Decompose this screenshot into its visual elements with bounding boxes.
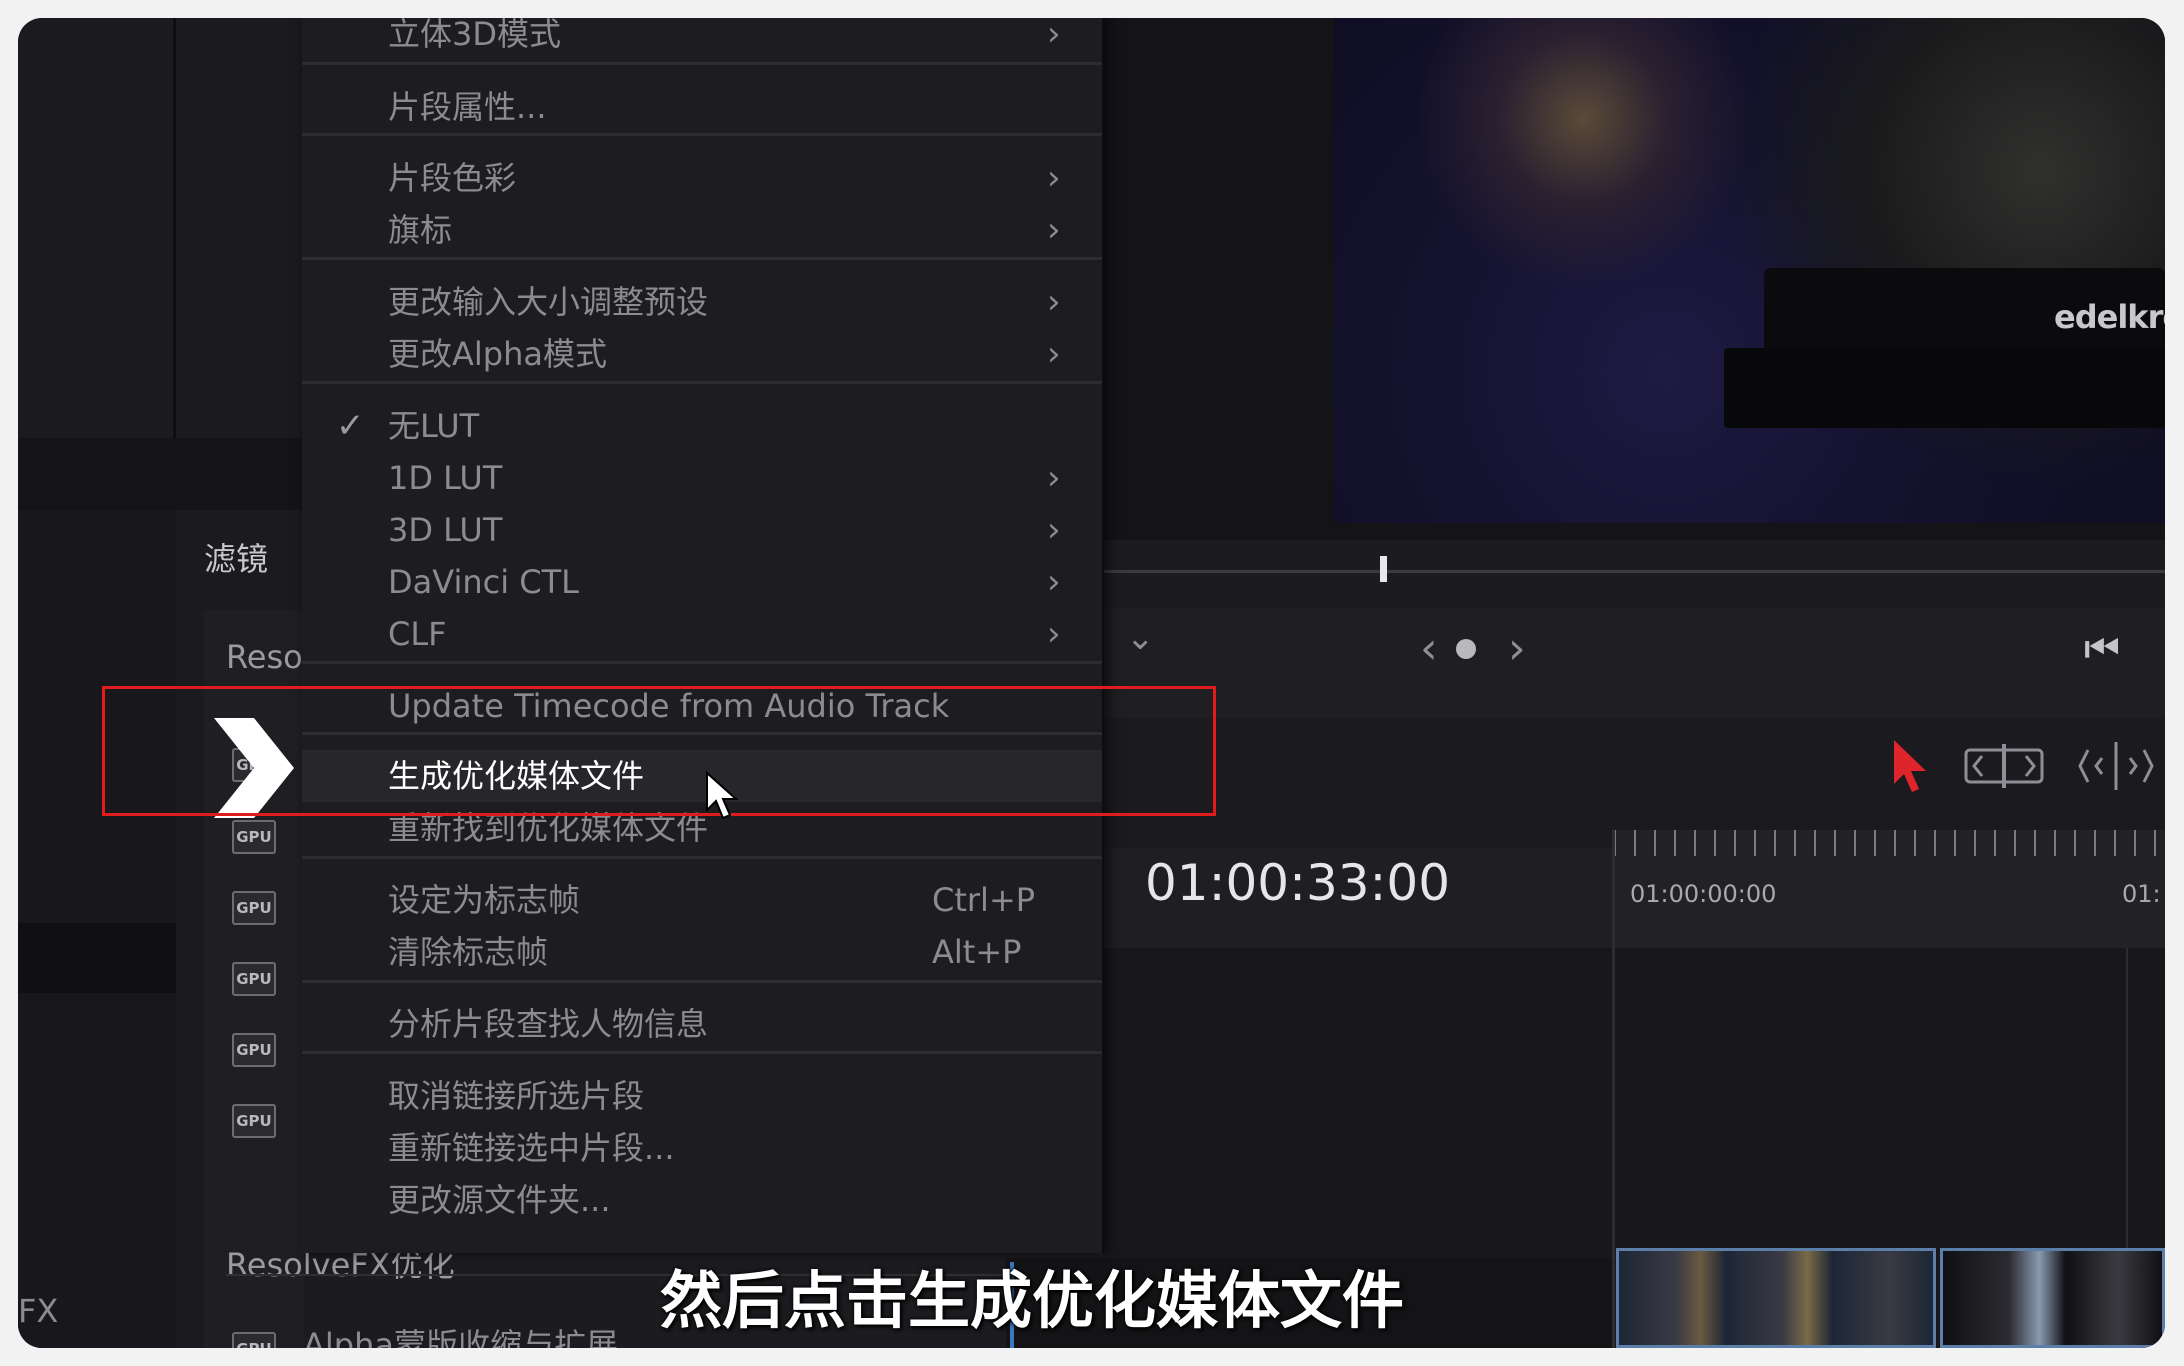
- chevron-down-icon[interactable]: ⌄: [1126, 618, 1155, 658]
- menu-item-clip-color[interactable]: 片段色彩 ›: [302, 152, 1102, 204]
- menu-separator: [302, 62, 1102, 65]
- menu-separator: [302, 1051, 1102, 1054]
- gpu-badge: GPU: [232, 962, 276, 996]
- shortcut-label: Ctrl+P: [932, 881, 1036, 919]
- menu-item-clf[interactable]: CLF ›: [302, 608, 1102, 660]
- menu-item-clip-attributes[interactable]: 片段属性...: [302, 81, 1102, 133]
- camera-slider-base: [1724, 348, 2165, 428]
- chevron-right-icon: ›: [1047, 458, 1061, 498]
- menu-item-alpha-mode[interactable]: 更改Alpha模式 ›: [302, 328, 1102, 380]
- menu-separator: [302, 257, 1102, 260]
- menu-item-davinci-ctl[interactable]: DaVinci CTL ›: [302, 556, 1102, 608]
- chevron-right-icon: ›: [1047, 562, 1061, 602]
- menu-item-clear-poster-frame[interactable]: 清除标志帧 Alt+P: [302, 926, 1102, 978]
- left-selected-row[interactable]: [18, 923, 176, 993]
- mouse-cursor-icon: [706, 770, 739, 820]
- chevron-right-icon: ›: [1047, 18, 1061, 54]
- chevron-right-icon: ›: [1047, 282, 1061, 322]
- app-window: 滤镜 Reso GPU GPU GPU GPU GPU GPU ResolveF…: [18, 18, 2165, 1348]
- menu-item-relink-clips[interactable]: 重新链接选中片段...: [302, 1122, 1102, 1174]
- highlight-box: [102, 686, 1216, 816]
- panel-divider: [173, 18, 176, 438]
- skip-to-start-icon[interactable]: ⏮: [2084, 626, 2120, 672]
- menu-separator: [302, 661, 1102, 664]
- track-divider: [2126, 948, 2128, 1248]
- chevron-right-icon: ›: [1047, 210, 1061, 250]
- gpu-badge: GPU: [232, 1104, 276, 1138]
- section-reso: Reso: [226, 638, 303, 676]
- filter-item-alpha[interactable]: Alpha蒙版收缩与扩展: [303, 1320, 618, 1348]
- trim-tool-icon[interactable]: [1962, 736, 2046, 796]
- gpu-badge: GPU: [232, 1332, 276, 1348]
- scrubber-track[interactable]: [1102, 570, 2165, 573]
- menu-item-input-sizing[interactable]: 更改输入大小调整预设 ›: [302, 276, 1102, 328]
- context-menu: 立体3D模式 › 片段属性... 片段色彩 › 旗标 › 更改输入大小调整预设 …: [302, 18, 1104, 1253]
- chevron-right-icon: ›: [1047, 614, 1061, 654]
- menu-separator: [302, 856, 1102, 859]
- menu-item-flags[interactable]: 旗标 ›: [302, 204, 1102, 256]
- menu-item-1d-lut[interactable]: 1D LUT ›: [302, 452, 1102, 504]
- menu-separator: [302, 133, 1102, 136]
- subtitle-caption: 然后点击生成优化媒体文件: [660, 1264, 1405, 1337]
- transport-bar: [1102, 608, 2165, 718]
- menu-item-3d-lut[interactable]: 3D LUT ›: [302, 504, 1102, 556]
- scrubber-playhead[interactable]: [1380, 556, 1387, 582]
- chevron-right-icon: ›: [1047, 510, 1061, 550]
- checkmark-icon: ✓: [336, 406, 365, 446]
- timecode-display: 01:00:33:00: [1145, 854, 1451, 912]
- menu-item-analyze-people[interactable]: 分析片段查找人物信息: [302, 998, 1102, 1050]
- menu-item-no-lut[interactable]: ✓ 无LUT: [302, 400, 1102, 452]
- video-clip[interactable]: [1616, 1248, 1936, 1348]
- menu-item-change-source-folder[interactable]: 更改源文件夹...: [302, 1174, 1102, 1226]
- menu-separator: [302, 381, 1102, 384]
- shortcut-label: Alt+P: [932, 933, 1022, 971]
- menu-item-stereo-3d[interactable]: 立体3D模式 ›: [302, 18, 1102, 60]
- next-frame-icon[interactable]: ›: [1508, 623, 1526, 674]
- ruler-label-next: 01:: [2122, 880, 2161, 908]
- play-dot-icon[interactable]: [1456, 639, 1476, 659]
- chevron-right-icon: ›: [1047, 158, 1061, 198]
- timeline-divider: [1612, 830, 1615, 1348]
- gpu-badge: GPU: [232, 1033, 276, 1067]
- select-tool-icon[interactable]: [1888, 736, 1932, 796]
- viewer-image: edelkron: [1334, 18, 2165, 523]
- chevron-right-icon: ›: [1047, 334, 1061, 374]
- menu-item-unlink-clips[interactable]: 取消链接所选片段: [302, 1070, 1102, 1122]
- prev-frame-icon[interactable]: ‹: [1420, 623, 1438, 674]
- gpu-badge: GPU: [232, 891, 276, 925]
- ruler-label-start: 01:00:00:00: [1630, 880, 1777, 908]
- video-clip[interactable]: [1940, 1248, 2165, 1348]
- fx-label: FX: [18, 1292, 59, 1330]
- menu-separator: [302, 980, 1102, 983]
- filters-label: 滤镜: [204, 540, 269, 578]
- left-toolbar-strip: [18, 438, 302, 510]
- menu-item-set-poster-frame[interactable]: 设定为标志帧 Ctrl+P: [302, 874, 1102, 926]
- dynamic-trim-icon[interactable]: [2074, 736, 2158, 796]
- brand-logo: edelkron: [2054, 298, 2165, 336]
